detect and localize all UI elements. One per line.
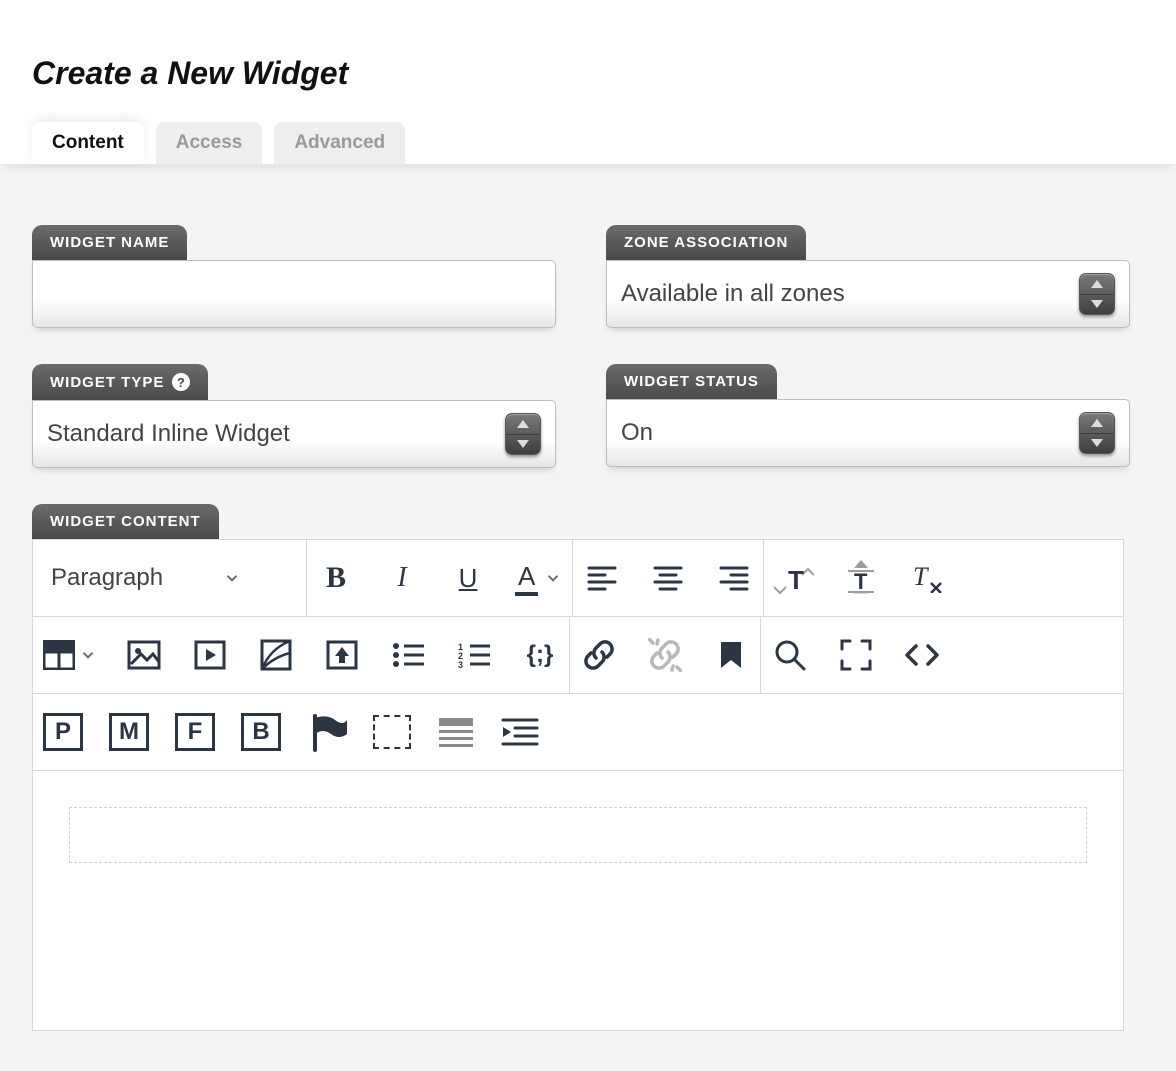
increase-size-button[interactable]: T <box>774 556 814 600</box>
source-code-button[interactable] <box>903 633 941 677</box>
widget-type-value: Standard Inline Widget <box>47 420 505 448</box>
zone-association-label: ZONE ASSOCIATION <box>606 225 806 260</box>
select-stepper-icon[interactable] <box>505 413 541 455</box>
image-button[interactable] <box>125 633 163 677</box>
editor-placeholder <box>69 807 1087 863</box>
svg-text:T: T <box>913 563 929 591</box>
chevron-down-icon <box>223 569 241 587</box>
help-icon[interactable]: ? <box>172 373 190 391</box>
toolbar-row-2: 123 {;} <box>33 617 1123 694</box>
toolbar-row-3: P M F B <box>33 694 1123 770</box>
widget-type-label-text: WIDGET TYPE <box>50 374 164 391</box>
editor-content-area[interactable] <box>32 771 1124 1031</box>
widget-status-value: On <box>621 419 1079 447</box>
underline-button[interactable]: U <box>449 556 487 600</box>
tab-content[interactable]: Content <box>32 122 144 164</box>
page-title: Create a New Widget <box>0 0 1176 92</box>
line-height-button[interactable]: T <box>842 556 880 600</box>
m-block-button[interactable]: M <box>109 710 149 754</box>
search-button[interactable] <box>771 633 809 677</box>
widget-content-label: WIDGET CONTENT <box>32 504 219 539</box>
select-stepper-icon[interactable] <box>1079 273 1115 315</box>
tab-advanced[interactable]: Advanced <box>274 122 405 164</box>
select-stepper-icon[interactable] <box>1079 412 1115 454</box>
format-select[interactable]: Paragraph <box>33 564 259 592</box>
widget-name-input-box[interactable] <box>32 260 556 328</box>
upload-button[interactable] <box>323 633 361 677</box>
svg-text:T: T <box>788 565 804 595</box>
widget-type-label: WIDGET TYPE ? <box>32 364 208 400</box>
selection-box-button[interactable] <box>373 710 411 754</box>
form-area: WIDGET NAME ZONE ASSOCIATION Available i… <box>0 165 1176 1071</box>
tabs: Content Access Advanced <box>0 92 1176 165</box>
bookmark-button[interactable] <box>712 633 750 677</box>
widget-type-select[interactable]: Standard Inline Widget <box>32 400 556 468</box>
zone-association-value: Available in all zones <box>621 280 1079 308</box>
align-left-button[interactable] <box>583 556 621 600</box>
zone-association-select[interactable]: Available in all zones <box>606 260 1130 328</box>
toolbar-row-1: Paragraph B I U A <box>33 540 1123 617</box>
widget-status-select[interactable]: On <box>606 399 1130 467</box>
link-button[interactable] <box>580 633 618 677</box>
widget-status-field: WIDGET STATUS On <box>606 364 1130 468</box>
table-button[interactable] <box>43 633 97 677</box>
flag-button[interactable] <box>307 710 347 754</box>
text-color-button[interactable]: A <box>515 556 562 600</box>
widget-name-input[interactable] <box>47 280 541 308</box>
tab-access[interactable]: Access <box>156 122 263 164</box>
bullet-list-button[interactable] <box>389 633 427 677</box>
widget-content-section: WIDGET CONTENT Paragraph B I U A <box>32 504 1146 1031</box>
bold-button[interactable]: B <box>317 556 355 600</box>
clear-format-button[interactable]: T <box>908 556 946 600</box>
widget-name-label: WIDGET NAME <box>32 225 187 260</box>
widget-status-label: WIDGET STATUS <box>606 364 777 399</box>
chevron-down-icon <box>79 646 97 664</box>
italic-button[interactable]: I <box>383 556 421 600</box>
f-block-button[interactable]: F <box>175 710 215 754</box>
widget-type-field: WIDGET TYPE ? Standard Inline Widget <box>32 364 556 468</box>
code-button[interactable]: {;} <box>521 633 559 677</box>
fullscreen-button[interactable] <box>837 633 875 677</box>
zone-association-field: ZONE ASSOCIATION Available in all zones <box>606 225 1130 328</box>
widget-name-field: WIDGET NAME <box>32 225 556 328</box>
b-block-button[interactable]: B <box>241 710 281 754</box>
globe-button[interactable] <box>257 633 295 677</box>
unlink-button[interactable] <box>646 633 684 677</box>
indent-button[interactable] <box>501 710 539 754</box>
editor-toolbar: Paragraph B I U A <box>32 539 1124 771</box>
chevron-down-icon <box>544 569 562 587</box>
video-button[interactable] <box>191 633 229 677</box>
align-center-button[interactable] <box>649 556 687 600</box>
numbered-list-button[interactable]: 123 <box>455 633 493 677</box>
p-block-button[interactable]: P <box>43 710 83 754</box>
align-right-button[interactable] <box>715 556 753 600</box>
format-value: Paragraph <box>51 564 163 592</box>
svg-text:3: 3 <box>458 660 463 668</box>
svg-text:T: T <box>854 569 868 594</box>
header-lines-button[interactable] <box>437 710 475 754</box>
